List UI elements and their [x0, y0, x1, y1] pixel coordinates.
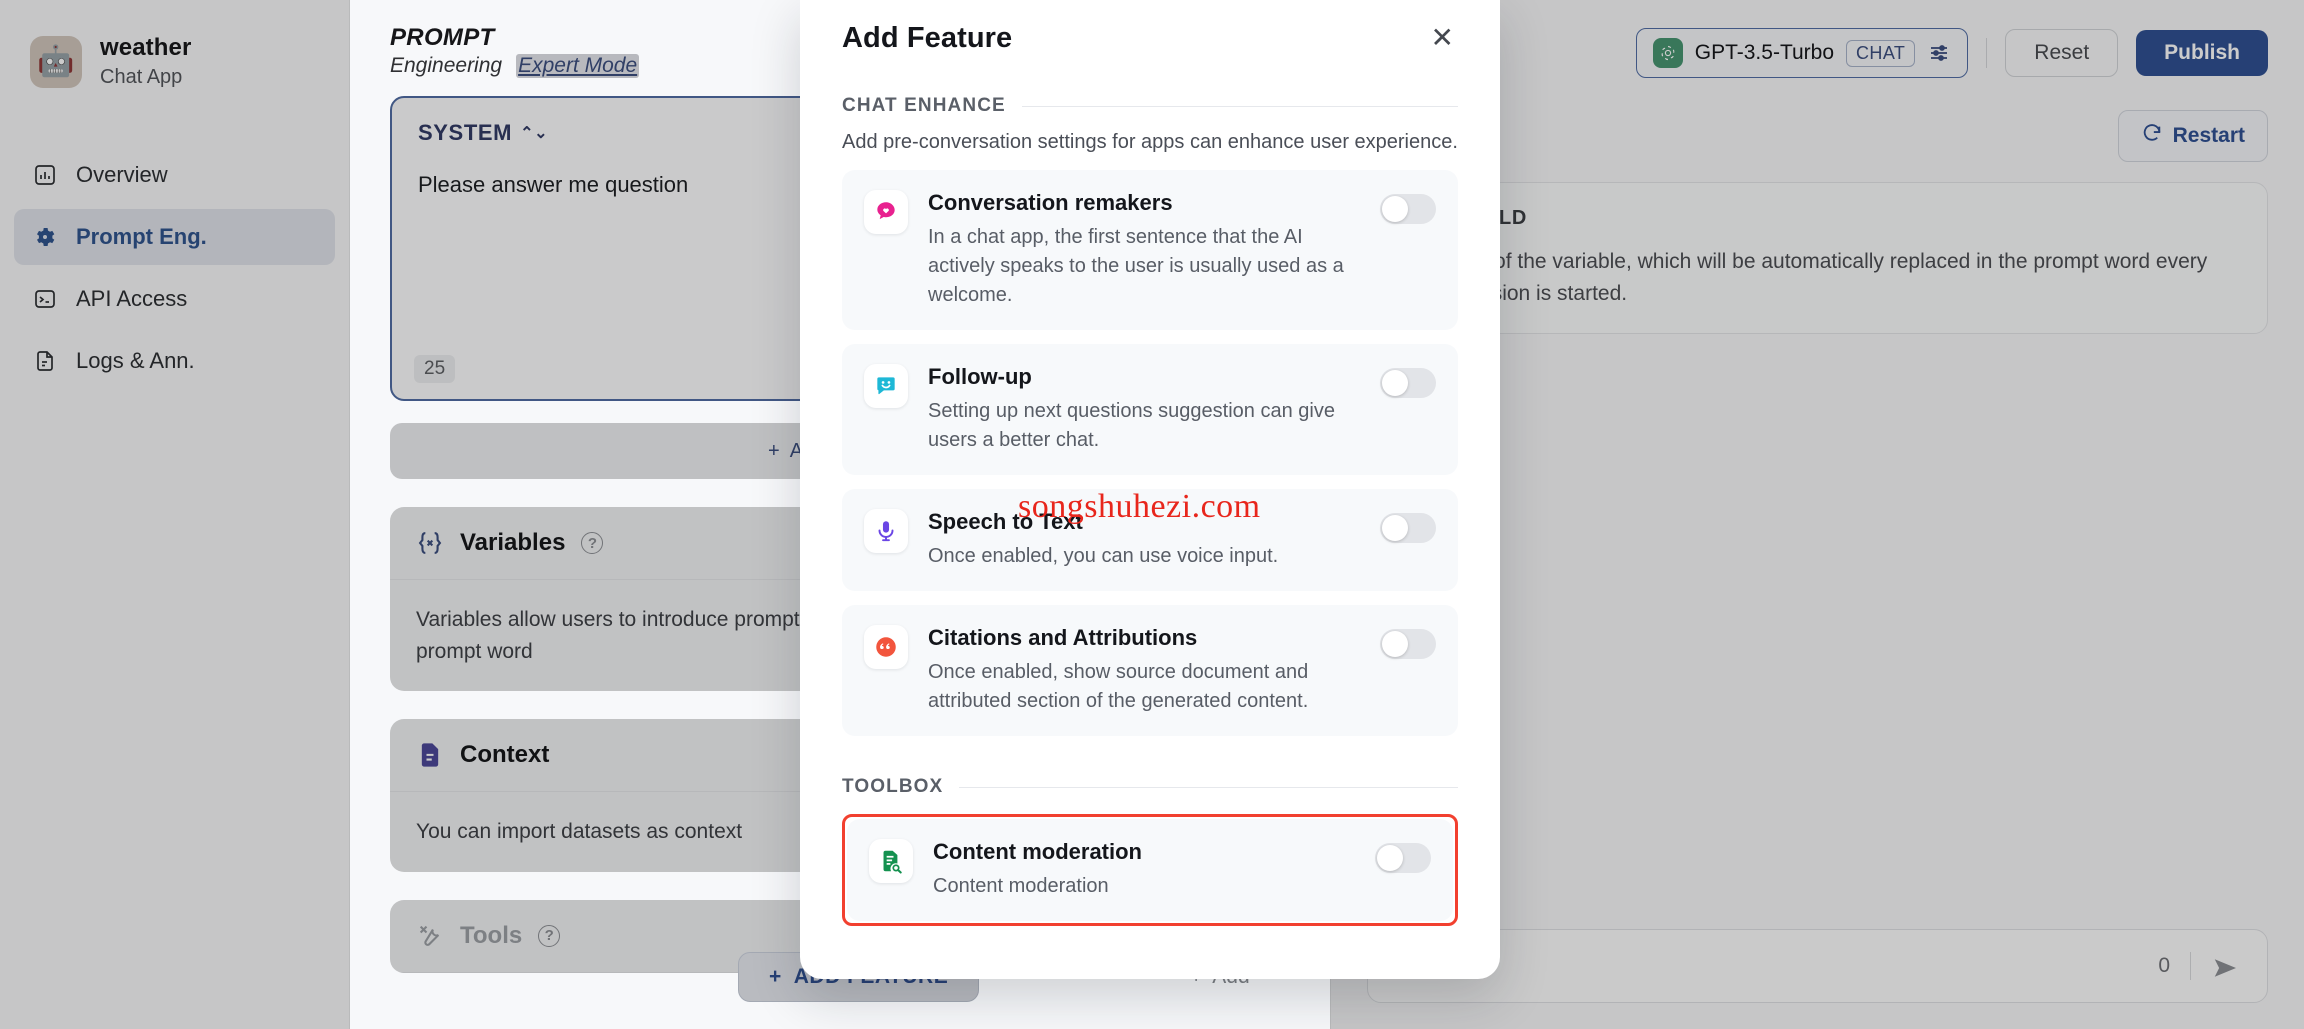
modal-title: Add Feature: [842, 22, 1013, 54]
microphone-icon: [864, 509, 908, 553]
openai-logo-icon: [1652, 38, 1683, 68]
chat-heart-icon: [864, 190, 908, 234]
sidebar-label-prompt-eng: Prompt Eng.: [76, 224, 207, 249]
modal-header: Add Feature ✕: [842, 0, 1458, 55]
add-feature-modal: Add Feature ✕ CHAT ENHANCE Add pre-conve…: [800, 0, 1500, 979]
chat-enhance-feature-list: Conversation remakers In a chat app, the…: [842, 170, 1458, 736]
feature-name: Speech to Text: [928, 509, 1083, 534]
chat-input-bar[interactable]: 0: [1367, 929, 2268, 1003]
feature-item-follow-up[interactable]: Follow-up Setting up next questions sugg…: [842, 344, 1458, 475]
feature-description: In a chat app, the first sentence that t…: [928, 226, 1344, 306]
quote-icon: [864, 625, 908, 669]
app-avatar: 🤖: [30, 35, 82, 88]
feature-item-content-moderation[interactable]: Content moderation Content moderation: [847, 819, 1453, 921]
document-icon: [32, 348, 58, 374]
feature-name: Citations and Attributions: [928, 625, 1198, 650]
feature-toggle-follow-up[interactable]: [1380, 368, 1436, 398]
reset-button[interactable]: Reset: [2005, 29, 2119, 77]
feature-description: Once enabled, show source document and a…: [928, 661, 1309, 712]
help-icon[interactable]: ?: [581, 532, 604, 554]
section-header-chat-enhance: CHAT ENHANCE: [842, 95, 1458, 117]
model-name: GPT-3.5-Turbo: [1694, 41, 1835, 64]
model-selector[interactable]: GPT-3.5-Turbo CHAT: [1635, 28, 1969, 78]
feature-item-conversation-remakers[interactable]: Conversation remakers In a chat app, the…: [842, 170, 1458, 330]
expert-mode-link[interactable]: Expert Mode: [516, 54, 640, 78]
restart-icon: [2141, 122, 2163, 150]
sidebar-nav: Overview Prompt Eng. API Access Logs & A…: [0, 147, 349, 389]
input-divider: [2190, 952, 2191, 980]
feature-description: Once enabled, you can use voice input.: [928, 545, 1279, 567]
sidebar-item-logs-ann[interactable]: Logs & Ann.: [14, 333, 335, 389]
publish-button[interactable]: Publish: [2136, 30, 2268, 76]
feature-toggle-speech-to-text[interactable]: [1380, 513, 1436, 543]
top-toolbar: GPT-3.5-Turbo CHAT Reset Publish: [1367, 24, 2268, 82]
input-field-label: INPUT FIELD: [1396, 207, 2239, 230]
section-rule: [959, 786, 1458, 788]
sidebar-label-api-access: API Access: [76, 286, 188, 311]
toolbar-divider: [1986, 38, 1988, 68]
sidebar-item-api-access[interactable]: API Access: [14, 271, 335, 327]
gear-icon: [32, 224, 58, 250]
feature-description: Setting up next questions suggestion can…: [928, 400, 1335, 451]
moderation-doc-icon: [869, 839, 913, 883]
highlight-outline: Content moderation Content moderation: [842, 814, 1458, 926]
context-title: Context: [460, 741, 550, 768]
feature-item-citations-and-attributions[interactable]: Citations and Attributions Once enabled,…: [842, 605, 1458, 736]
feature-toggle-content-moderation[interactable]: [1375, 843, 1431, 873]
variables-title: Variables: [460, 529, 566, 556]
sliders-icon[interactable]: [1927, 41, 1951, 65]
chat-smile-icon: [864, 364, 908, 408]
preview-header: Preview Restart: [1367, 110, 2268, 162]
model-type-badge: CHAT: [1846, 39, 1916, 67]
sidebar: 🤖 weather Chat App Overview Prompt Eng. …: [0, 0, 350, 1029]
system-role-label: SYSTEM: [418, 120, 513, 145]
feature-toggle-conversation-remakers[interactable]: [1380, 194, 1436, 224]
sidebar-label-logs-ann: Logs & Ann.: [76, 348, 195, 373]
context-doc-icon: [416, 741, 444, 769]
restart-label: Restart: [2172, 124, 2245, 147]
feature-toggle-citations-and-attributions[interactable]: [1380, 629, 1436, 659]
terminal-icon: [32, 286, 58, 312]
section-title: CHAT ENHANCE: [842, 95, 1006, 116]
chevron-updown-icon: ⌃⌄: [520, 125, 549, 142]
app-type: Chat App: [100, 66, 183, 88]
feature-name: Follow-up: [928, 364, 1032, 389]
avatar-glyph: 🤖: [37, 44, 75, 78]
sidebar-label-overview: Overview: [76, 162, 168, 187]
restart-button[interactable]: Restart: [2117, 110, 2268, 162]
input-field-description: The value of the variable, which will be…: [1396, 250, 2208, 305]
plus-icon: +: [769, 965, 782, 988]
tools-wrench-icon: [416, 922, 444, 950]
variables-icon: [416, 529, 444, 557]
prompt-subtitle: Engineering: [390, 54, 503, 77]
plus-icon: +: [768, 439, 780, 462]
close-icon[interactable]: ✕: [1427, 22, 1458, 54]
input-field-card: INPUT FIELD The value of the variable, w…: [1367, 182, 2268, 334]
sidebar-item-overview[interactable]: Overview: [14, 147, 335, 203]
help-icon[interactable]: ?: [538, 924, 561, 947]
feature-name: Content moderation: [933, 839, 1142, 864]
feature-description: Content moderation: [933, 875, 1109, 897]
feature-name: Conversation remakers: [928, 190, 1173, 215]
tools-title: Tools: [460, 921, 523, 949]
section-header-toolbox: TOOLBOX: [842, 776, 1458, 798]
send-icon[interactable]: [2211, 953, 2241, 979]
feature-item-speech-to-text[interactable]: Speech to Text Once enabled, you can use…: [842, 489, 1458, 591]
section-title: TOOLBOX: [842, 776, 944, 797]
section-description: Add pre-conversation settings for apps c…: [842, 131, 1458, 153]
app-name: weather: [100, 34, 192, 61]
sidebar-item-prompt-eng[interactable]: Prompt Eng.: [14, 209, 335, 265]
app-header: 🤖 weather Chat App: [0, 34, 349, 89]
section-rule: [1021, 105, 1458, 107]
input-char-count: 0: [2158, 954, 2170, 977]
app-root: 🤖 weather Chat App Overview Prompt Eng. …: [0, 0, 2304, 1029]
bar-chart-icon: [32, 162, 58, 188]
character-count: 25: [414, 355, 456, 383]
